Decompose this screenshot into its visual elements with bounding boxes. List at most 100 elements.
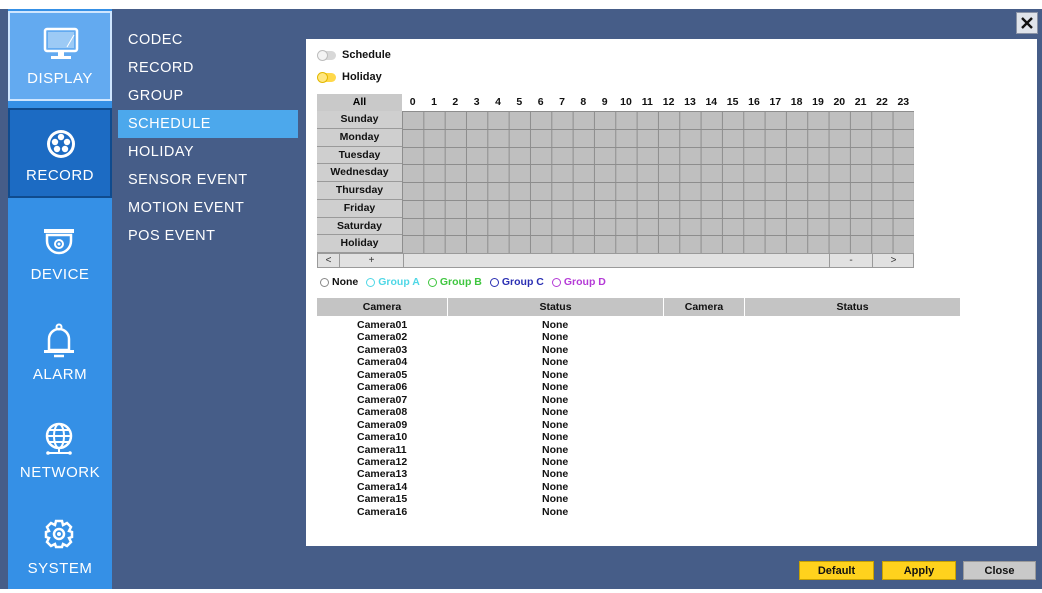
hour-label[interactable]: 21 — [850, 94, 871, 111]
submenu-pos-event[interactable]: POS EVENT — [118, 222, 298, 250]
legend-item[interactable]: None — [320, 276, 358, 288]
hour-label[interactable]: 18 — [786, 94, 807, 111]
hour-label[interactable]: 15 — [722, 94, 743, 111]
hour-cells[interactable] — [402, 199, 914, 218]
camera-status[interactable]: None — [542, 331, 568, 343]
camera-status[interactable]: None — [542, 456, 568, 468]
camera-name: Camera11 — [357, 443, 407, 456]
day-label[interactable]: Sunday — [317, 111, 402, 129]
hour-label[interactable]: 7 — [551, 94, 572, 111]
hour-label[interactable]: 4 — [487, 94, 508, 111]
hour-cells[interactable] — [402, 128, 914, 147]
camera-name: Camera14 — [357, 480, 408, 493]
scroll-left-button[interactable]: < — [318, 254, 340, 267]
zoom-out-button[interactable]: - — [829, 254, 872, 267]
hour-label[interactable]: 23 — [893, 94, 914, 111]
hour-label[interactable]: 2 — [445, 94, 466, 111]
hour-cells[interactable] — [402, 182, 914, 200]
camera-status[interactable]: None — [542, 406, 568, 418]
camera-name: Camera10 — [357, 431, 408, 444]
hour-cells[interactable] — [402, 111, 914, 129]
camera-status[interactable]: None — [542, 481, 568, 493]
schedule-mode-option[interactable]: Schedule — [317, 47, 391, 63]
nav-record[interactable]: RECORD — [8, 108, 112, 198]
radio-circle-icon — [551, 277, 561, 287]
day-label[interactable]: Holiday — [317, 235, 402, 253]
close-icon — [1021, 17, 1033, 29]
hour-label[interactable]: 22 — [871, 94, 892, 111]
hour-label[interactable]: 5 — [509, 94, 530, 111]
camera-status[interactable]: None — [542, 444, 568, 456]
day-label[interactable]: Thursday — [317, 182, 402, 200]
schedule-toggle[interactable] — [317, 49, 336, 61]
hour-label[interactable]: 12 — [658, 94, 679, 111]
hour-label[interactable]: 10 — [615, 94, 636, 111]
legend-item[interactable]: Group A — [366, 276, 420, 288]
holiday-toggle[interactable] — [317, 71, 336, 83]
hour-label[interactable]: 3 — [466, 94, 487, 111]
camera-status[interactable]: None — [542, 431, 568, 443]
day-label[interactable]: Tuesday — [317, 146, 402, 165]
hour-label[interactable]: 20 — [829, 94, 850, 111]
hour-label[interactable]: 0 — [402, 94, 423, 111]
submenu-holiday[interactable]: HOLIDAY — [118, 138, 298, 166]
day-label[interactable]: Wednesday — [317, 164, 402, 182]
day-label[interactable]: Monday — [317, 128, 402, 147]
legend-item[interactable]: Group B — [427, 276, 482, 288]
close-window-button[interactable] — [1016, 12, 1038, 34]
submenu-record[interactable]: RECORD — [118, 54, 298, 82]
day-label[interactable]: Friday — [317, 199, 402, 218]
nav-display[interactable]: DISPLAY — [8, 11, 112, 101]
hour-label[interactable]: 14 — [701, 94, 722, 111]
submenu-codec[interactable]: CODEC — [118, 26, 298, 54]
nav-system[interactable]: SYSTEM — [8, 503, 112, 593]
camera-name: Camera09 — [357, 418, 408, 431]
camera-status[interactable]: None — [542, 419, 568, 431]
select-all-header[interactable]: All — [317, 94, 402, 111]
apply-button[interactable]: Apply — [882, 561, 956, 580]
camera-status[interactable]: None — [542, 319, 568, 331]
nav-device[interactable]: DEVICE — [8, 209, 112, 299]
hour-cells[interactable] — [402, 164, 914, 182]
camera-status[interactable]: None — [542, 344, 568, 356]
holiday-mode-option[interactable]: Holiday — [317, 69, 382, 85]
hour-label[interactable]: 9 — [594, 94, 615, 111]
table-header-status: Status — [448, 298, 664, 316]
legend-item[interactable]: Group D — [551, 276, 606, 288]
zoom-in-button[interactable]: + — [340, 254, 404, 267]
hour-label[interactable]: 17 — [765, 94, 786, 111]
hour-label[interactable]: 19 — [807, 94, 828, 111]
camera-status[interactable]: None — [542, 394, 568, 406]
legend-label: Group C — [501, 276, 544, 288]
camera-status[interactable]: None — [542, 369, 568, 381]
camera-status[interactable]: None — [542, 493, 568, 505]
holiday-mode-label: Holiday — [342, 71, 382, 83]
hour-label[interactable]: 8 — [573, 94, 594, 111]
submenu-sensor-event[interactable]: SENSOR EVENT — [118, 166, 298, 194]
nav-network[interactable]: NETWORK — [8, 407, 112, 497]
hour-cells[interactable] — [402, 146, 914, 165]
hour-label[interactable]: 11 — [637, 94, 658, 111]
camera-status[interactable]: None — [542, 381, 568, 393]
hour-label[interactable]: 13 — [679, 94, 700, 111]
grid-scrollbar[interactable]: < + - > — [317, 253, 914, 268]
scroll-right-button[interactable]: > — [872, 254, 914, 267]
hour-cells[interactable] — [402, 235, 914, 253]
camera-status[interactable]: None — [542, 506, 568, 518]
submenu-motion-event[interactable]: MOTION EVENT — [118, 194, 298, 222]
hour-cells[interactable] — [402, 217, 914, 236]
hour-label[interactable]: 16 — [743, 94, 764, 111]
default-button[interactable]: Default — [799, 561, 874, 580]
camera-status[interactable]: None — [542, 356, 568, 368]
nav-alarm[interactable]: ALARM — [8, 309, 112, 399]
hour-label[interactable]: 6 — [530, 94, 551, 111]
close-button[interactable]: Close — [963, 561, 1036, 580]
day-label[interactable]: Saturday — [317, 217, 402, 236]
submenu-schedule[interactable]: SCHEDULE — [118, 110, 298, 138]
camera-status[interactable]: None — [542, 468, 568, 480]
legend-item[interactable]: Group C — [489, 276, 544, 288]
schedule-panel: Schedule Holiday All 0 1 2 3 4 5 6 7 8 9 10 11 12 13 1… — [306, 39, 1037, 546]
table-header-camera-2: Camera — [664, 298, 745, 316]
submenu-group[interactable]: GROUP — [118, 82, 298, 110]
hour-label[interactable]: 1 — [423, 94, 444, 111]
